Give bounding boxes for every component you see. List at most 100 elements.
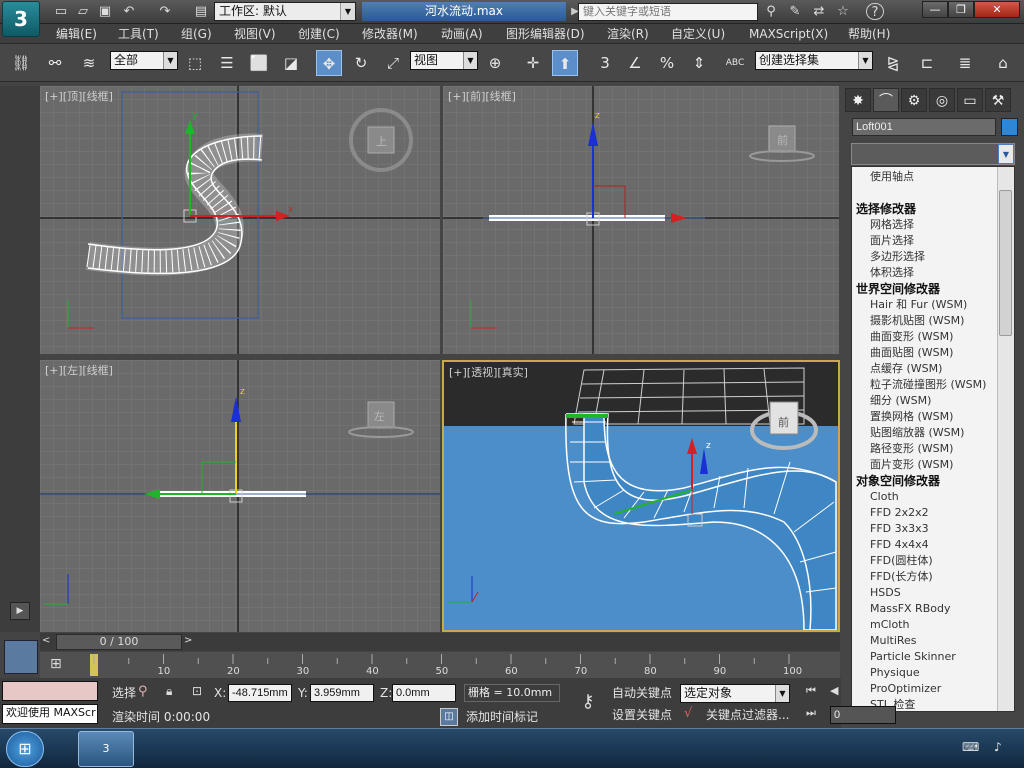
rotate-icon[interactable]: ↻ (348, 50, 374, 76)
modifier-list-item[interactable]: FFD 4x4x4 (870, 537, 929, 553)
modifier-list-item[interactable]: MassFX RBody (870, 601, 950, 617)
menu-create[interactable]: 创建(C) (298, 26, 340, 42)
tools-icon[interactable]: ✎ (786, 3, 804, 20)
search-input[interactable] (578, 3, 758, 21)
menu-group[interactable]: 组(G) (181, 26, 212, 42)
close-button[interactable]: ✕ (974, 1, 1020, 18)
modifier-list-item[interactable]: 使用轴点 (870, 169, 914, 185)
create-tab-icon[interactable]: ✸ (845, 88, 871, 112)
modifier-list-item[interactable]: 曲面变形 (WSM) (870, 329, 953, 345)
percent-snap-icon[interactable]: % (654, 50, 680, 76)
keyboard-tray-icon[interactable]: ⌨ (962, 740, 979, 754)
modifier-list-item[interactable]: FFD(圆柱体) (870, 553, 933, 569)
modifier-list-item[interactable]: Physique (870, 665, 920, 681)
next-frame-icon[interactable]: > (184, 635, 192, 646)
select-by-name-icon[interactable]: ☰ (214, 50, 240, 76)
modifier-list-item[interactable]: Hair 和 Fur (WSM) (870, 297, 967, 313)
y-coordinate-field[interactable] (310, 684, 374, 702)
layer-manager-icon[interactable]: ≣ (952, 50, 978, 76)
object-name-field[interactable] (852, 118, 996, 136)
utilities-tab-icon[interactable]: ⚒ (985, 88, 1011, 112)
display-tab-icon[interactable]: ▭ (957, 88, 983, 112)
viewport-left[interactable]: z 左 [+][左][线框] (40, 360, 440, 632)
named-selection-dropdown[interactable]: 创建选择集 ▼ (755, 51, 873, 70)
motion-tab-icon[interactable]: ◎ (929, 88, 955, 112)
select-object-icon[interactable]: ⬚ (182, 50, 208, 76)
volume-tray-icon[interactable]: ♪ (994, 740, 1002, 754)
start-button[interactable]: ⊞ (6, 731, 44, 767)
modifier-list-item[interactable]: Cloth (870, 489, 899, 505)
spinner-snap-icon[interactable]: ⇕ (686, 50, 712, 76)
app-logo-button[interactable]: 3 (2, 1, 40, 37)
modify-tab-icon[interactable]: ⌒ (873, 88, 899, 112)
move-icon[interactable]: ✥ (316, 50, 342, 76)
timeline-ruler[interactable]: 10 20 30 40 50 60 70 80 90 100 (40, 652, 840, 678)
x-coordinate-field[interactable] (228, 684, 292, 702)
select-manipulate-icon[interactable]: ✛ (520, 50, 546, 76)
object-color-swatch[interactable] (1001, 118, 1018, 136)
menu-maxscript[interactable]: MAXScript(X) (749, 26, 828, 42)
menu-views[interactable]: 视图(V) (234, 26, 276, 42)
modifier-list-item[interactable]: 置换网格 (WSM) (870, 409, 953, 425)
expand-panel-icon[interactable]: ▶ (10, 602, 30, 620)
current-frame-field[interactable] (830, 706, 896, 724)
modifier-list-item[interactable]: 体积选择 (870, 265, 914, 281)
modifier-list-item[interactable]: HSDS (870, 585, 901, 601)
project-folder-icon[interactable]: ▤ (192, 3, 210, 20)
minimize-button[interactable]: — (922, 1, 948, 18)
modifier-list-scroll-thumb[interactable] (999, 190, 1012, 336)
menu-tools[interactable]: 工具(T) (118, 26, 159, 42)
z-coordinate-field[interactable] (392, 684, 456, 702)
prev-frame-icon[interactable]: < (42, 635, 50, 646)
unlink-icon[interactable]: ⚯ (42, 50, 68, 76)
new-file-icon[interactable]: ▭ (52, 3, 70, 20)
set-key-icon[interactable]: ⚷ (572, 686, 604, 718)
viewport-front[interactable]: z 前 [+][前][线框] (443, 86, 839, 354)
menu-modifiers[interactable]: 修改器(M) (362, 26, 418, 42)
viewport-top[interactable]: x y 上 [+][顶][线框] (40, 86, 440, 354)
edit-named-selection-icon[interactable]: ABC (722, 50, 748, 76)
modifier-list-item[interactable]: FFD(长方体) (870, 569, 933, 585)
menu-graph-editors[interactable]: 图形编辑器(D) (506, 26, 585, 42)
modifier-list-item[interactable]: FFD 3x3x3 (870, 521, 929, 537)
modifier-list-item[interactable]: Particle Skinner (870, 649, 956, 665)
go-to-start-icon[interactable]: ⏮ (806, 684, 816, 698)
viewport-layout-icon[interactable] (4, 640, 38, 674)
time-tag-icon[interactable]: ◫ (440, 708, 458, 726)
viewport-perspective[interactable]: z 前 [+][透视][真实] (442, 360, 840, 632)
help-icon[interactable]: ? (866, 3, 884, 20)
modifier-list-item[interactable]: 面片变形 (WSM) (870, 457, 953, 473)
save-file-icon[interactable]: ▣ (96, 3, 114, 20)
redo-icon[interactable]: ↷ (156, 3, 174, 20)
auto-key-button[interactable]: 自动关键点 (612, 683, 672, 703)
key-mode-toggle-icon[interactable]: ⏭ (806, 706, 816, 720)
hierarchy-tab-icon[interactable]: ⚙ (901, 88, 927, 112)
modifier-list-item[interactable]: 多边形选择 (870, 249, 925, 265)
key-mode-dropdown[interactable]: 选定对象 ▼ (680, 684, 790, 703)
pivot-center-icon[interactable]: ⊕ (482, 50, 508, 76)
set-key-button[interactable]: 设置关键点 (612, 705, 672, 725)
angle-snap-icon[interactable]: ∠ (622, 50, 648, 76)
open-file-icon[interactable]: ▱ (74, 3, 92, 20)
snaps-toggle-icon[interactable]: 3 (592, 50, 618, 76)
modifier-list-item[interactable]: 贴图缩放器 (WSM) (870, 425, 964, 441)
exchange-icon[interactable]: ⇄ (810, 3, 828, 20)
modifier-list-item[interactable]: 摄影机贴图 (WSM) (870, 313, 964, 329)
viewport-perspective-label[interactable]: [+][透视][真实] (449, 364, 528, 380)
modifier-list-item[interactable]: 曲面贴图 (WSM) (870, 345, 953, 361)
menu-rendering[interactable]: 渲染(R) (607, 26, 649, 42)
binoculars-icon[interactable]: ⚲ (762, 3, 780, 20)
viewport-left-label[interactable]: [+][左][线框] (45, 362, 113, 378)
time-slider[interactable]: 0 / 100 (56, 634, 182, 650)
menu-animation[interactable]: 动画(A) (441, 26, 483, 42)
window-crossing-icon[interactable]: ◪ (278, 50, 304, 76)
modifier-list-item[interactable]: 面片选择 (870, 233, 914, 249)
prev-key-icon[interactable]: ◀ (830, 684, 838, 697)
viewport-top-label[interactable]: [+][顶][线框] (45, 88, 113, 104)
scale-icon[interactable]: ⤢ (380, 50, 406, 76)
key-filters-button[interactable]: 关键点过滤器... (706, 705, 789, 725)
modifier-list-item[interactable]: 粒子流碰撞图形 (WSM) (870, 377, 986, 393)
link-icon[interactable]: ⛓ (8, 50, 34, 76)
taskbar-3dsmax-button[interactable]: 3 (78, 731, 134, 767)
modifier-list-item[interactable]: 网格选择 (870, 217, 914, 233)
